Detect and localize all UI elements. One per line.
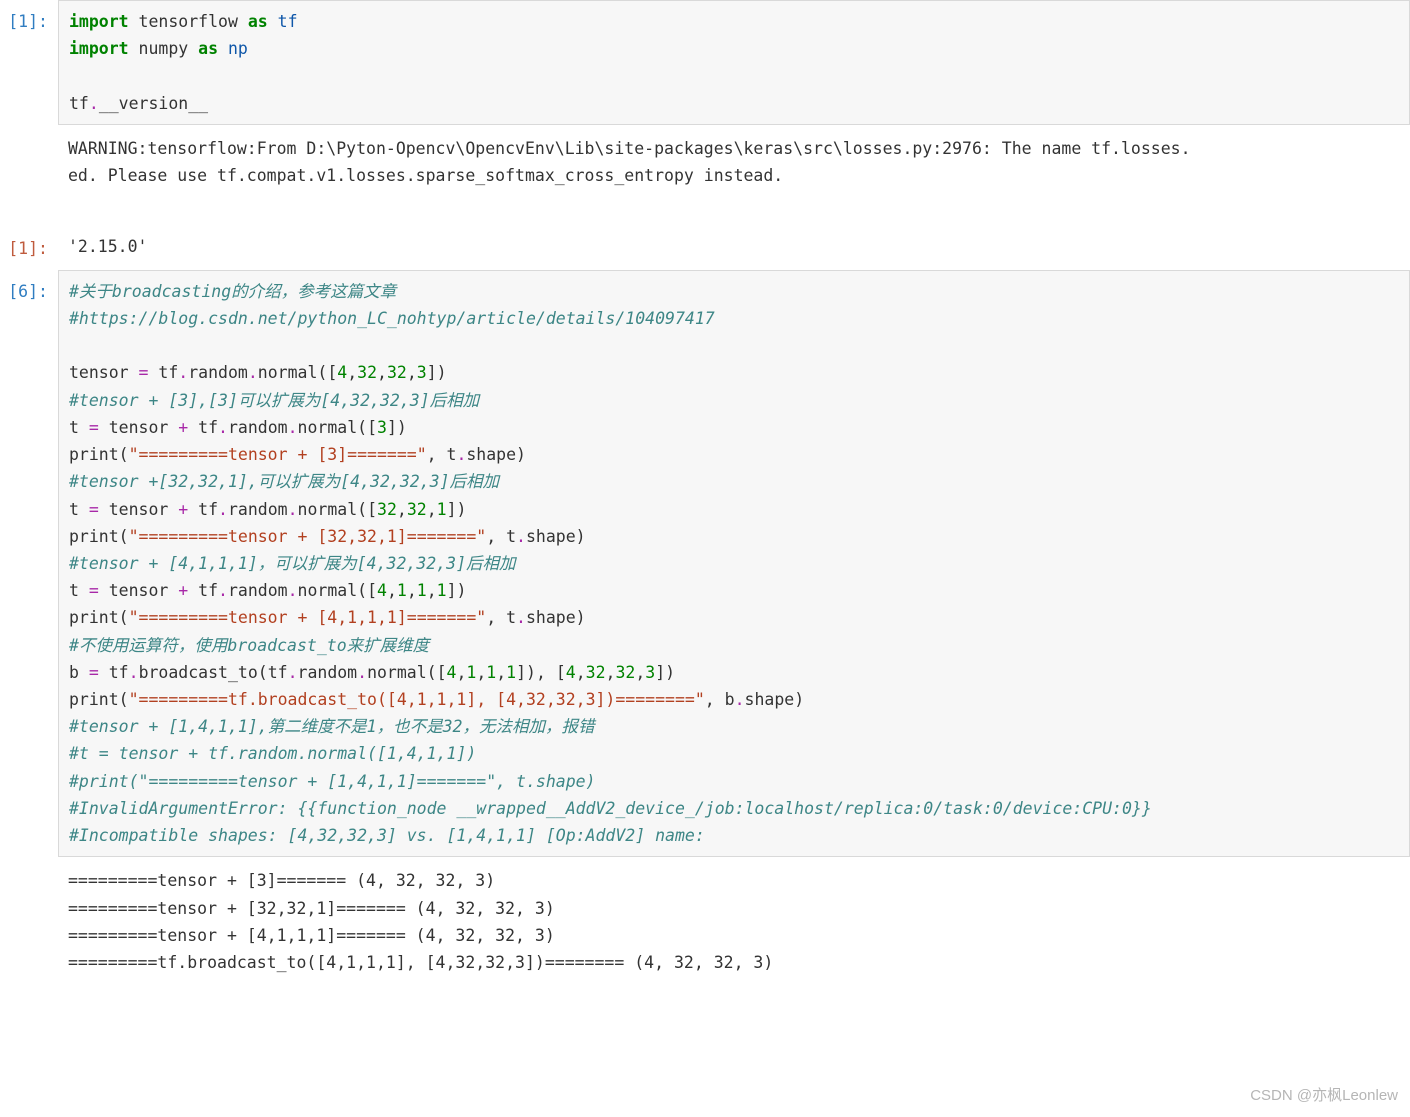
code-cell: [1]: import tensorflow as tf import nump… <box>0 0 1410 125</box>
cell-in-prompt: [1]: <box>0 0 58 125</box>
empty-prompt <box>0 129 58 223</box>
code-input[interactable]: #关于broadcasting的介绍，参考这篇文章 #https://blog.… <box>58 270 1410 858</box>
code-cell: [6]: #关于broadcasting的介绍，参考这篇文章 #https://… <box>0 270 1410 858</box>
output-result: '2.15.0' <box>58 227 1410 266</box>
code-input[interactable]: import tensorflow as tf import numpy as … <box>58 0 1410 125</box>
watermark: CSDN @亦枫Leonlew <box>1250 1084 1398 1109</box>
output-cell: =========tensor + [3]======= (4, 32, 32,… <box>0 861 1410 982</box>
cell-in-prompt: [6]: <box>0 270 58 858</box>
output-stdout: =========tensor + [3]======= (4, 32, 32,… <box>58 861 1410 982</box>
result-cell: [1]: '2.15.0' <box>0 227 1410 266</box>
output-warning: WARNING:tensorflow:From D:\Pyton-Opencv\… <box>58 129 1410 223</box>
output-cell: WARNING:tensorflow:From D:\Pyton-Opencv\… <box>0 129 1410 223</box>
empty-prompt <box>0 861 58 982</box>
cell-out-prompt: [1]: <box>0 227 58 266</box>
